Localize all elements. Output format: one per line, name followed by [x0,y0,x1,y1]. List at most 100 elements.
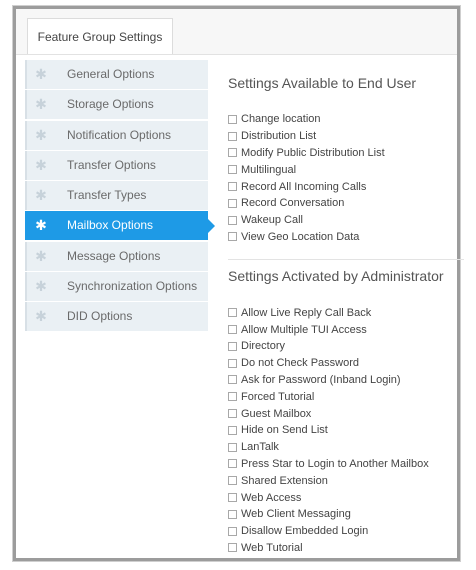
header-bar: Feature Group Settings [16,9,457,55]
sidebar: ✱ General Options ✱ Storage Options ✱ No… [25,60,215,333]
sidebar-item-did-options[interactable]: ✱ DID Options [25,302,208,332]
end-user-options-list: Change location Distribution List Modify… [228,111,458,245]
checkbox[interactable] [228,131,237,141]
option-view-geo-location-data[interactable]: View Geo Location Data [228,229,458,246]
option-allow-multiple-tui-access[interactable]: Allow Multiple TUI Access [228,321,458,338]
option-press-star-to-login[interactable]: Press Star to Login to Another Mailbox [228,456,458,473]
option-web-tutorial[interactable]: Web Tutorial [228,540,458,557]
option-label: Allow Live Reply Call Back [241,306,372,319]
option-label: Change location [241,113,321,126]
option-web-access[interactable]: Web Access [228,489,458,506]
checkbox[interactable] [228,476,237,486]
checkbox[interactable] [228,409,237,419]
sidebar-item-label: Transfer Options [67,157,156,172]
checkbox[interactable] [228,392,237,402]
option-multilingual[interactable]: Multilingual [228,161,458,178]
option-label: LanTalk [241,441,279,454]
gear-icon: ✱ [35,126,47,143]
option-lantalk[interactable]: LanTalk [228,439,458,456]
option-hide-on-send-list[interactable]: Hide on Send List [228,422,458,439]
option-label: Web Access [241,491,302,504]
option-label: Press Star to Login to Another Mailbox [241,457,429,470]
option-disallow-embedded-login[interactable]: Disallow Embedded Login [228,523,458,540]
sidebar-item-synchronization-options[interactable]: ✱ Synchronization Options [25,272,208,302]
option-record-all-incoming-calls[interactable]: Record All Incoming Calls [228,178,458,195]
checkbox[interactable] [228,325,237,335]
sidebar-item-storage-options[interactable]: ✱ Storage Options [25,90,208,120]
checkbox[interactable] [228,493,237,503]
sidebar-item-label: Mailbox Options [67,218,154,233]
option-label: Hide on Send List [241,424,328,437]
checkbox[interactable] [228,198,237,208]
gear-icon: ✱ [35,156,47,173]
option-label: Directory [241,340,286,353]
option-guest-mailbox[interactable]: Guest Mailbox [228,405,458,422]
option-label: Allow Multiple TUI Access [241,323,367,336]
checkbox[interactable] [228,526,237,536]
checkbox[interactable] [228,215,237,225]
option-allow-live-reply-call-back[interactable]: Allow Live Reply Call Back [228,304,458,321]
sidebar-item-label: Transfer Types [67,188,147,203]
option-distribution-list[interactable]: Distribution List [228,128,458,145]
checkbox[interactable] [228,509,237,519]
section-divider [228,259,464,261]
option-ask-for-password[interactable]: Ask for Password (Inband Login) [228,372,458,389]
checkbox[interactable] [228,442,237,452]
option-directory[interactable]: Directory [228,338,458,355]
checkbox[interactable] [228,114,237,124]
option-change-location[interactable]: Change location [228,111,458,128]
option-label: Record Conversation [241,197,345,210]
option-shared-extension[interactable]: Shared Extension [228,472,458,489]
option-label: Modify Public Distribution List [241,146,385,159]
option-modify-public-distribution-list[interactable]: Modify Public Distribution List [228,145,458,162]
option-label: View Geo Location Data [241,230,360,243]
sidebar-item-transfer-options[interactable]: ✱ Transfer Options [25,150,208,180]
sidebar-item-label: General Options [67,67,155,81]
option-label: Shared Extension [241,474,328,487]
checkbox[interactable] [228,341,237,351]
gear-icon: ✱ [35,217,47,234]
admin-settings-title: Settings Activated by Administrator [228,268,444,285]
sidebar-item-label: Storage Options [67,97,154,112]
end-user-settings-title: Settings Available to End User [228,75,417,91]
checkbox[interactable] [228,375,237,385]
option-label: Record All Incoming Calls [241,180,367,193]
option-label: Disallow Embedded Login [241,525,369,538]
option-forced-tutorial[interactable]: Forced Tutorial [228,388,458,405]
option-web-client-messaging[interactable]: Web Client Messaging [228,506,458,523]
option-label: Forced Tutorial [241,390,315,403]
checkbox[interactable] [228,308,237,318]
sidebar-item-label: Notification Options [67,127,172,142]
option-do-not-check-password[interactable]: Do not Check Password [228,355,458,372]
option-label: Multilingual [241,163,297,176]
gear-icon: ✱ [35,66,47,82]
sidebar-item-general-options[interactable]: ✱ General Options [25,60,208,89]
main-content: Settings Available to End User Change lo… [228,67,464,556]
option-label: Guest Mailbox [241,407,312,420]
sidebar-item-transfer-types[interactable]: ✱ Transfer Types [25,181,208,211]
gear-icon: ✱ [35,308,47,325]
option-label: Web Client Messaging [241,508,351,521]
admin-options-list: Allow Live Reply Call Back Allow Multipl… [228,304,458,556]
gear-icon: ✱ [35,187,47,204]
sidebar-item-label: Synchronization Options [67,279,198,294]
checkbox[interactable] [228,165,237,175]
checkbox[interactable] [228,358,237,368]
gear-icon: ✱ [35,247,47,264]
option-label: Ask for Password (Inband Login) [241,373,401,386]
tab-feature-group-settings[interactable]: Feature Group Settings [27,18,173,54]
option-record-conversation[interactable]: Record Conversation [228,195,458,212]
sidebar-item-label: Message Options [67,248,161,263]
checkbox[interactable] [228,148,237,158]
sidebar-item-message-options[interactable]: ✱ Message Options [25,241,208,271]
sidebar-item-label: DID Options [67,309,133,324]
checkbox[interactable] [228,425,237,435]
checkbox[interactable] [228,543,237,553]
sidebar-item-notification-options[interactable]: ✱ Notification Options [25,120,208,150]
checkbox[interactable] [228,459,237,469]
option-wakeup-call[interactable]: Wakeup Call [228,212,458,229]
checkbox[interactable] [228,182,237,192]
sidebar-item-mailbox-options[interactable]: ✱ Mailbox Options [25,211,215,241]
checkbox[interactable] [228,232,237,242]
gear-icon: ✱ [35,278,47,295]
